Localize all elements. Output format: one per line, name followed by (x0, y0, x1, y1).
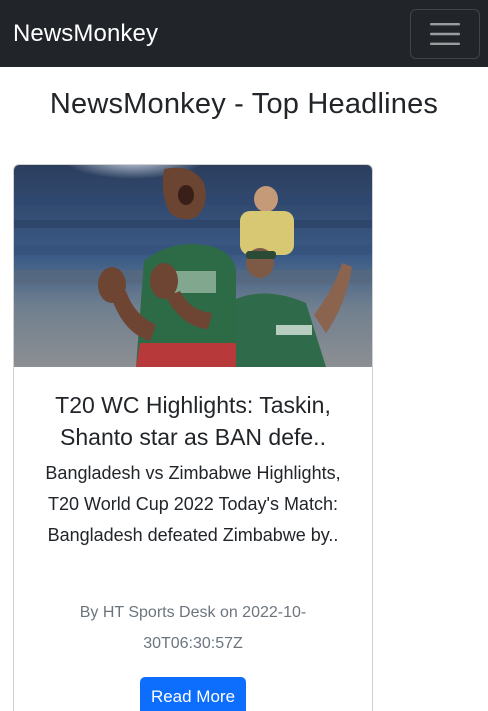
navbar-toggler-button[interactable] (410, 8, 480, 59)
page-title: NewsMonkey - Top Headlines (49, 88, 439, 120)
news-card-image (14, 165, 372, 367)
news-card-title: T20 WC Highlights: Taskin, Shanto star a… (55, 392, 331, 450)
hamburger-icon (430, 22, 460, 45)
read-more-button[interactable]: Read More (140, 677, 246, 711)
news-card-author-date: By HT Sports Desk on 2022-10-30T06:30:57… (79, 604, 307, 652)
news-card: T20 WC Highlights: Taskin, Shanto star a… (13, 164, 373, 711)
navbar-brand[interactable]: NewsMonkey (13, 20, 158, 48)
navbar: NewsMonkey (0, 0, 488, 67)
news-card-description: Bangladesh vs Zimbabwe Highlights, T20 W… (45, 463, 341, 545)
